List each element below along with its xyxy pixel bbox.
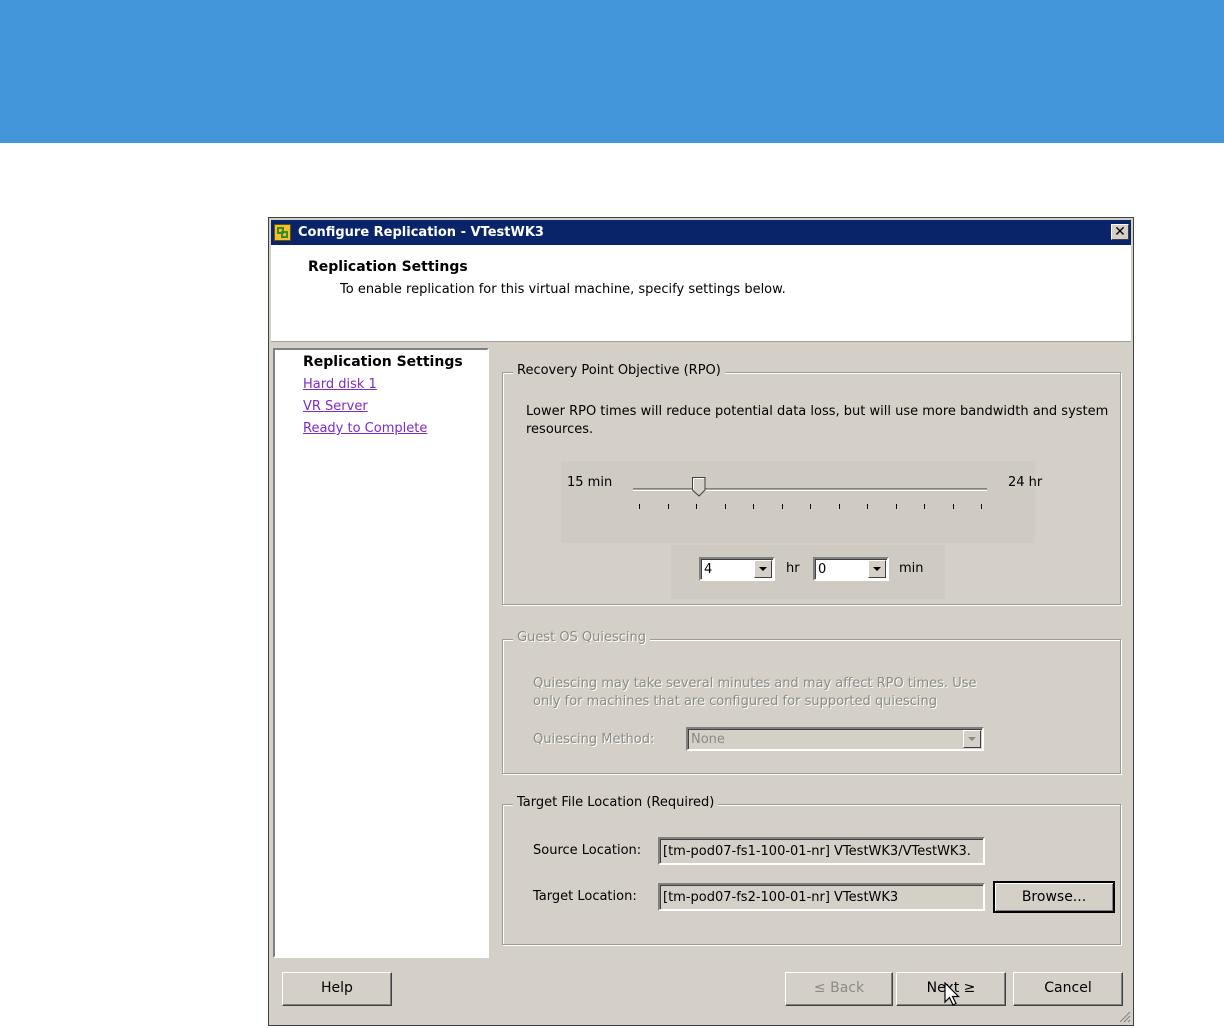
rpo-max-label: 24 hr	[1008, 475, 1043, 490]
target-location-label: Target Location:	[533, 889, 637, 904]
quiescing-method-label: Quiescing Method:	[533, 732, 655, 747]
wizard-steps-nav: Replication Settings Hard disk 1 VR Serv…	[273, 348, 489, 958]
rpo-slider-tick	[753, 504, 754, 509]
title-bar[interactable]: Configure Replication - VTestWK3 ✕	[271, 220, 1131, 245]
source-location-field[interactable]: [tm-pod07-fs1-100-01-nr] VTestWK3/VTestW…	[658, 837, 985, 865]
nav-item-hard-disk-1[interactable]: Hard disk 1	[303, 377, 377, 392]
chevron-down-icon[interactable]	[868, 560, 886, 578]
rpo-hours-value: 4	[704, 562, 713, 577]
rpo-slider-tick	[668, 504, 669, 509]
source-location-label: Source Location:	[533, 843, 642, 858]
nav-item-ready-to-complete[interactable]: Ready to Complete	[303, 421, 427, 436]
rpo-minutes-value: 0	[818, 562, 827, 577]
replication-app-icon	[274, 224, 291, 241]
rpo-min-label: 15 min	[567, 475, 613, 490]
quiescing-method-value: None	[691, 732, 725, 747]
chevron-down-icon[interactable]	[963, 730, 981, 748]
rpo-slider-tick	[696, 504, 697, 509]
rpo-hours-unit: hr	[786, 561, 800, 576]
resize-grip-icon[interactable]	[1117, 1009, 1131, 1023]
rpo-minutes-unit: min	[899, 561, 924, 576]
rpo-slider-tick	[953, 504, 954, 509]
rpo-slider-track[interactable]	[633, 488, 987, 491]
configure-replication-dialog: Configure Replication - VTestWK3 ✕ Repli…	[268, 217, 1134, 1026]
nav-item-replication-settings: Replication Settings	[303, 354, 463, 370]
quiescing-method-select[interactable]: None	[686, 727, 984, 751]
rpo-slider-tick	[896, 504, 897, 509]
rpo-hours-select[interactable]: 4	[699, 557, 775, 581]
rpo-slider-tick	[810, 504, 811, 509]
rpo-slider-tick	[839, 504, 840, 509]
rpo-slider-tick	[782, 504, 783, 509]
cancel-button[interactable]: Cancel	[1013, 972, 1123, 1006]
rpo-slider-tick	[981, 504, 982, 509]
wizard-header: Replication Settings To enable replicati…	[271, 245, 1131, 342]
chevron-down-icon[interactable]	[754, 560, 772, 578]
close-button[interactable]: ✕	[1111, 224, 1129, 240]
quiescing-group: Guest OS Quiescing Quiescing may take se…	[502, 630, 1122, 775]
rpo-slider-tick	[725, 504, 726, 509]
top-banner	[0, 0, 1224, 143]
rpo-legend: Recovery Point Objective (RPO)	[513, 363, 725, 378]
browse-button[interactable]: Browse...	[993, 881, 1115, 913]
target-location-group: Target File Location (Required) Source L…	[502, 795, 1122, 946]
rpo-slider-tick	[867, 504, 868, 509]
header-title: Replication Settings	[308, 259, 468, 275]
target-location-legend: Target File Location (Required)	[513, 795, 719, 810]
rpo-group: Recovery Point Objective (RPO) Lower RPO…	[502, 363, 1122, 606]
quiescing-legend: Guest OS Quiescing	[513, 630, 651, 645]
rpo-slider-tick	[924, 504, 925, 509]
dialog-title: Configure Replication - VTestWK3	[298, 225, 544, 240]
rpo-slider-thumb[interactable]	[692, 477, 706, 497]
rpo-description: Lower RPO times will reduce potential da…	[526, 404, 1109, 437]
nav-item-vr-server[interactable]: VR Server	[303, 399, 368, 414]
rpo-slider-tick	[639, 504, 640, 509]
rpo-slider-panel	[561, 461, 1035, 543]
rpo-minutes-select[interactable]: 0	[813, 557, 889, 581]
header-subtitle: To enable replication for this virtual m…	[340, 282, 786, 297]
mouse-cursor-icon	[944, 982, 960, 1006]
help-button[interactable]: Help	[282, 972, 392, 1006]
target-location-field[interactable]: [tm-pod07-fs2-100-01-nr] VTestWK3	[658, 883, 985, 911]
quiescing-description: Quiescing may take several minutes and m…	[533, 676, 977, 709]
back-button[interactable]: ≤ Back	[785, 972, 893, 1006]
